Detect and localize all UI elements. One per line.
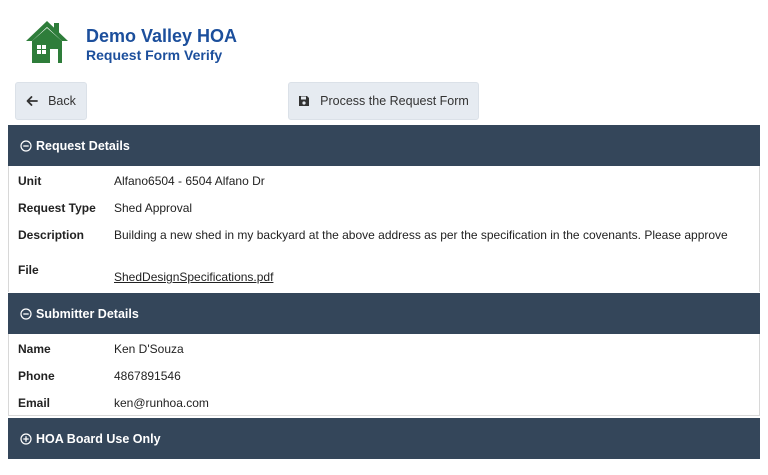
back-button[interactable]: Back xyxy=(15,82,87,120)
submitter-details-body: Name Ken D'Souza Phone 4867891546 Email … xyxy=(8,334,760,416)
app-header: Demo Valley HOA Request Form Verify xyxy=(24,19,237,69)
plus-circle-icon xyxy=(20,432,32,445)
unit-row: Unit Alfano6504 - 6504 Alfano Dr xyxy=(9,174,759,194)
request-type-value: Shed Approval xyxy=(114,201,193,215)
file-link[interactable]: ShedDesignSpecifications.pdf xyxy=(114,270,273,284)
email-row: Email ken@runhoa.com xyxy=(9,396,759,415)
request-details-title: Request Details xyxy=(36,138,130,153)
submitter-details-title: Submitter Details xyxy=(36,306,139,321)
file-value-row: ShedDesignSpecifications.pdf xyxy=(9,270,759,290)
phone-value: 4867891546 xyxy=(114,369,181,383)
name-value: Ken D'Souza xyxy=(114,342,184,356)
request-type-row: Request Type Shed Approval xyxy=(9,201,759,221)
minus-circle-icon xyxy=(20,139,32,152)
email-label: Email xyxy=(18,396,51,410)
house-icon xyxy=(26,21,68,63)
page-subtitle: Request Form Verify xyxy=(86,47,223,63)
process-request-button[interactable]: Process the Request Form xyxy=(288,82,479,120)
email-value: ken@runhoa.com xyxy=(114,396,209,410)
arrow-left-icon xyxy=(26,95,38,107)
board-use-title: HOA Board Use Only xyxy=(36,431,161,446)
name-label: Name xyxy=(18,342,51,356)
request-details-header[interactable]: Request Details xyxy=(8,125,760,166)
description-row: Description Building a new shed in my ba… xyxy=(9,228,759,248)
phone-row: Phone 4867891546 xyxy=(9,369,759,389)
save-icon xyxy=(298,95,310,107)
request-details-body: Unit Alfano6504 - 6504 Alfano Dr Request… xyxy=(8,166,760,292)
phone-label: Phone xyxy=(18,369,55,383)
description-value: Building a new shed in my backyard at th… xyxy=(114,228,728,242)
minus-circle-icon xyxy=(20,307,32,320)
request-type-label: Request Type xyxy=(18,201,96,215)
name-row: Name Ken D'Souza xyxy=(9,342,759,362)
unit-value: Alfano6504 - 6504 Alfano Dr xyxy=(114,174,265,188)
unit-label: Unit xyxy=(18,174,42,188)
back-button-label: Back xyxy=(48,94,76,108)
submitter-details-header[interactable]: Submitter Details xyxy=(8,293,760,334)
description-label: Description xyxy=(18,228,85,242)
process-button-label: Process the Request Form xyxy=(320,94,469,108)
app-title: Demo Valley HOA xyxy=(86,26,238,46)
board-use-header[interactable]: HOA Board Use Only xyxy=(8,418,760,459)
